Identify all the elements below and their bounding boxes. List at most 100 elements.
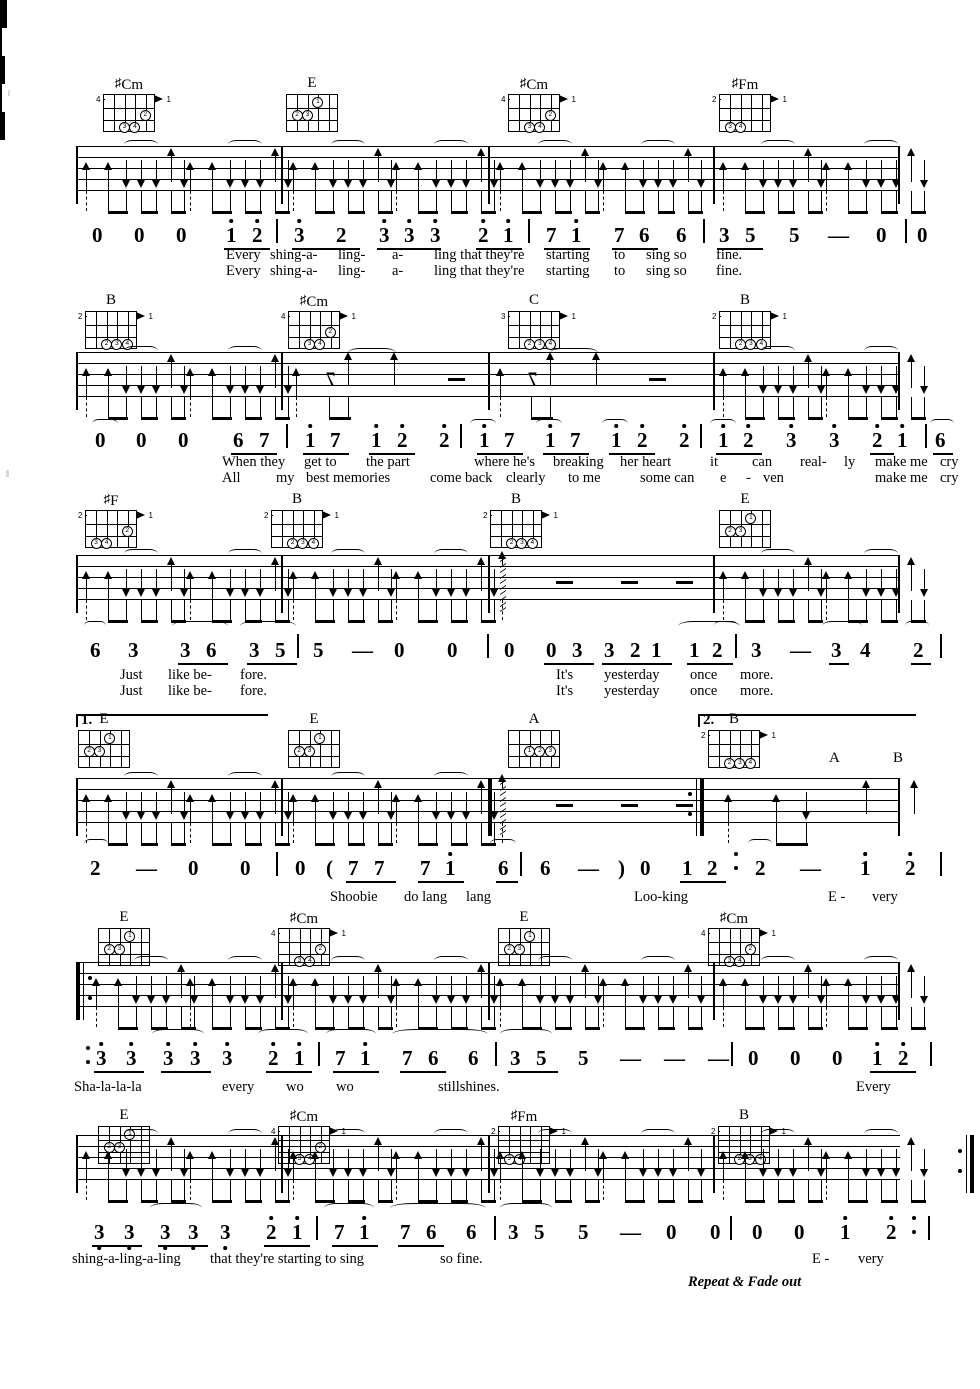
rhythm-stem: [190, 1180, 191, 1200]
arrow-head-icon: [462, 1169, 471, 1177]
strum-arrow-dn: [551, 976, 560, 1004]
note-number: —: [578, 856, 599, 880]
note-number: 0: [295, 856, 306, 880]
lyric-text: Just: [120, 683, 143, 699]
strum-arrow-dn: [226, 976, 235, 1004]
note-number: 3: [604, 638, 615, 662]
string-line-horizontal: [509, 107, 559, 109]
strum-arrow-dn: [877, 366, 886, 394]
rhythm-stem: [550, 397, 552, 419]
chord-grid: 23421: [78, 510, 153, 550]
barre-bar: [278, 1130, 280, 1133]
strum-arrow-up: [271, 1137, 280, 1171]
strum-arrow-up: [581, 964, 590, 998]
strum-arrow-up: [804, 148, 813, 182]
sharp-icon: ♯: [114, 75, 122, 90]
fret-number-right: 1: [334, 511, 339, 520]
lyric-text: Shoobie: [330, 889, 378, 905]
rhythm-stem: [745, 1180, 747, 1202]
rhythm-stem: [848, 600, 850, 622]
string-line-horizontal: [720, 523, 770, 525]
strum-arrow-dn: [344, 160, 353, 188]
arrow-head-icon: [907, 148, 916, 156]
strum-arrow-up: [92, 978, 101, 1006]
strum-arrow-up: [844, 368, 853, 396]
strum-arrow-dn: [137, 792, 146, 820]
note-number: 5: [534, 1220, 545, 1244]
strum-arrow-dn: [226, 160, 235, 188]
rhythm-stem: [315, 1007, 317, 1029]
rhythm-stem: [603, 1180, 604, 1200]
repeat-dot: [688, 812, 692, 816]
note-number: 0: [134, 223, 145, 247]
rhythm-stem: [391, 823, 393, 845]
note-number: 6: [676, 223, 687, 247]
rhythm-stem: [436, 1007, 438, 1029]
rhythm-stem: [260, 1007, 262, 1029]
arrow-head-icon: [621, 978, 630, 986]
barre-bar: [719, 98, 721, 101]
rhythm-stem: [333, 1180, 335, 1202]
note-number: 2: [268, 1042, 279, 1069]
barre-arrow-icon: [541, 510, 550, 519]
strum-arrow-up: [104, 368, 113, 396]
fret-number-right: 1: [571, 95, 576, 104]
strum-arrow-up: [496, 978, 505, 1006]
rhythm-stem: [212, 397, 214, 419]
rhythm-stem: [245, 1007, 247, 1029]
note-number: 0: [790, 1046, 801, 1070]
barre-arrow-icon: [136, 510, 145, 519]
rhythm-stem: [363, 1007, 365, 1029]
rhythm-stem: [333, 191, 335, 213]
lyric-text: lang: [466, 889, 491, 905]
strum-arrow-dn: [241, 366, 250, 394]
strum-arrow-dn: [697, 976, 706, 1004]
strum-arrow-dn: [920, 976, 929, 1004]
eighth-underbar: [377, 248, 441, 250]
strum-arrow-dn: [536, 976, 545, 1004]
tab-staff: [76, 772, 919, 847]
rhythm-stem: [184, 191, 186, 213]
rhythm-beam: [141, 211, 158, 215]
arrow-head-icon: [256, 812, 265, 820]
barre-bar: [719, 315, 721, 318]
rhythm-stem: [245, 600, 247, 622]
arrow-head-icon: [387, 1169, 396, 1177]
note-number: 7: [400, 1220, 411, 1244]
eighth-underbar: [544, 663, 594, 665]
measure-divider: [905, 219, 907, 243]
note-slur: [258, 1029, 308, 1039]
rhythm-beam: [141, 843, 158, 847]
repeat-dots: [958, 1149, 963, 1179]
rhythm-stem: [826, 1180, 827, 1200]
strum-arrow-dn: [256, 792, 265, 820]
rhythm-stem: [333, 823, 335, 845]
chord-name: ♯Cm: [719, 909, 749, 927]
strum-arrow-up: [907, 557, 916, 591]
strum-arrow-up: [311, 571, 320, 599]
strum-arrow-up: [186, 162, 195, 190]
strum-arrow-up: [772, 794, 781, 822]
octave-dot-lower: [97, 1246, 102, 1250]
rhythm-stem: [96, 1007, 97, 1027]
strum-arrow-up: [621, 1151, 630, 1179]
ending-hook: [76, 714, 78, 727]
arrow-head-icon: [122, 386, 131, 394]
rhythm-stem: [293, 823, 294, 843]
rhythm-stem: [293, 1007, 294, 1027]
lyric-text: Just: [120, 667, 143, 683]
arrow-head-icon: [774, 1169, 783, 1177]
rhythm-stem: [793, 397, 795, 419]
slur-arc: [641, 140, 675, 150]
strum-arrow-dn: [920, 160, 929, 188]
rhythm-stem: [275, 1007, 277, 1029]
rhythm-stem: [598, 191, 600, 213]
strum-arrow-up: [311, 794, 320, 822]
rhythm-beam: [625, 211, 645, 215]
strum-arrow-up: [907, 1137, 916, 1171]
repeat-sign-thick: [0, 0, 7, 28]
strum-arrow-dn: [152, 160, 161, 188]
arrow-head-icon: [392, 571, 401, 579]
lyric-text: When they: [222, 454, 286, 470]
strum-arrow-dn: [862, 160, 871, 188]
